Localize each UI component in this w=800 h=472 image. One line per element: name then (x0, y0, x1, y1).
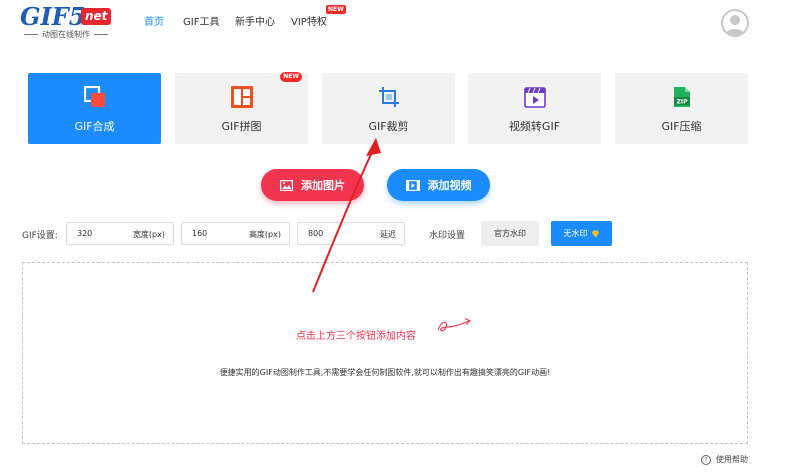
height-value: 160 (192, 229, 208, 238)
tool-label: GIF合成 (74, 120, 115, 133)
no-watermark-label: 无水印 (563, 229, 588, 238)
tool-card-gif-merge[interactable]: GIF合成 (28, 73, 161, 144)
diamond-icon (591, 230, 599, 237)
delay-value: 800 (308, 229, 324, 238)
new-badge: NEW (326, 5, 346, 14)
logo-text: GIF5 (20, 2, 86, 31)
nav-item-home[interactable]: 首页 (144, 13, 164, 28)
collage-icon (231, 86, 253, 108)
tool-card-gif-crop[interactable]: GIF裁剪 (322, 73, 455, 144)
height-unit: 高度(px) (248, 230, 281, 239)
tool-card-gif-compress[interactable]: ZIP GIF压缩 (615, 73, 748, 144)
zip-icon: ZIP (674, 87, 690, 107)
new-badge: NEW (280, 72, 302, 82)
nav-item-beginner[interactable]: 新手中心 (235, 13, 275, 28)
no-watermark-button[interactable]: 无水印 (551, 221, 612, 246)
gif-settings-label: GIF设置: (22, 231, 58, 241)
width-input[interactable]: 320 宽度(px) (66, 222, 174, 245)
squiggle-arrow-icon (437, 318, 471, 332)
svg-text:ZIP: ZIP (677, 99, 689, 106)
height-input[interactable]: 160 高度(px) (181, 222, 290, 245)
tool-label: GIF裁剪 (368, 120, 409, 133)
image-icon (280, 179, 293, 191)
drop-description: 便捷实用的GIF动图制作工具,不需要学会任何制图软件,就可以制作出有趣搞笑漂亮的… (219, 368, 551, 377)
nav-item-gif-tools[interactable]: GIF工具 (183, 13, 219, 28)
add-image-label: 添加图片 (301, 179, 345, 192)
width-value: 320 (77, 229, 93, 238)
add-image-button[interactable]: 添加图片 (261, 169, 364, 201)
drop-zone[interactable]: 点击上方三个按钮添加内容 便捷实用的GIF动图制作工具,不需要学会任何制图软件,… (22, 262, 748, 444)
header: GIF5 net 动图在线制作 首页 GIF工具 新手中心 VIP特权 NEW (0, 0, 800, 48)
delay-unit: 延迟 (380, 230, 396, 239)
drop-hint-text: 点击上方三个按钮添加内容 (296, 331, 416, 342)
video-icon (524, 87, 546, 108)
watermark-settings-label: 水印设置 (429, 231, 466, 241)
nav-item-vip[interactable]: VIP特权 (291, 13, 327, 28)
help-label: 使用帮助 (716, 455, 748, 464)
tool-label: GIF拼图 (221, 120, 262, 133)
crop-icon (379, 87, 399, 107)
merge-icon (84, 86, 105, 107)
film-icon (405, 179, 420, 191)
logo[interactable]: GIF5 net 动图在线制作 (20, 4, 112, 44)
width-unit: 宽度(px) (132, 230, 165, 239)
tool-label: GIF压缩 (661, 120, 702, 133)
official-watermark-button[interactable]: 官方水印 (481, 221, 539, 246)
help-icon: ? (701, 454, 711, 465)
gif-settings-row: GIF设置: 320 宽度(px) 160 高度(px) 800 延迟 水印设置… (0, 221, 800, 247)
help-link[interactable]: ? 使用帮助 (701, 454, 748, 465)
logo-badge: net (81, 8, 112, 25)
tool-label: 视频转GIF (508, 120, 561, 133)
user-avatar-icon[interactable] (721, 9, 749, 37)
tool-card-gif-collage[interactable]: NEW GIF拼图 (175, 72, 308, 144)
delay-input[interactable]: 800 延迟 (297, 222, 405, 245)
add-video-label: 添加视频 (427, 179, 472, 192)
tool-card-video-to-gif[interactable]: 视频转GIF (468, 73, 601, 144)
add-video-button[interactable]: 添加视频 (387, 169, 490, 201)
logo-tagline: 动图在线制作 (20, 30, 112, 40)
official-watermark-label: 官方水印 (494, 229, 526, 238)
